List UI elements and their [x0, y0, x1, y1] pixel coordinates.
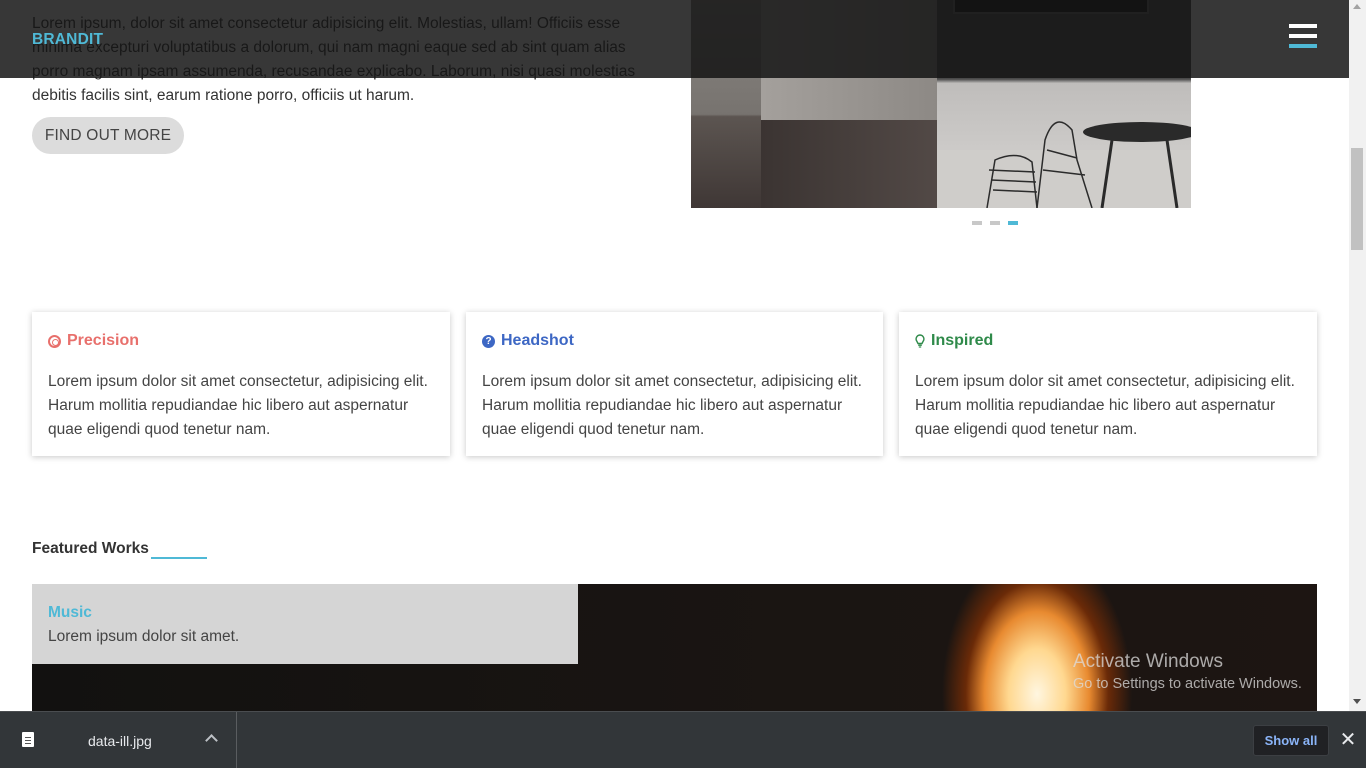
scrollbar-thumb[interactable] [1351, 148, 1363, 250]
card-title-text: Precision [67, 332, 140, 349]
carousel-indicators [972, 221, 1018, 225]
feature-card-inspired: Inspired Lorem ipsum dolor sit amet cons… [899, 312, 1317, 456]
work-caption: Music Lorem ipsum dolor sit amet. [32, 584, 578, 664]
heading-underline [151, 557, 207, 559]
card-text: Lorem ipsum dolor sit amet consectetur, … [915, 373, 1295, 438]
target-icon [48, 334, 61, 348]
feature-card-headshot: ? Headshot Lorem ipsum dolor sit amet co… [466, 312, 883, 456]
hamburger-menu-icon[interactable] [1289, 24, 1317, 48]
card-title: Precision [48, 332, 434, 350]
card-title: ? Headshot [482, 332, 867, 350]
carousel-dot[interactable] [972, 221, 982, 225]
card-text: Lorem ipsum dolor sit amet consectetur, … [48, 373, 428, 438]
vertical-scrollbar[interactable] [1349, 0, 1366, 711]
scroll-down-arrow-icon[interactable] [1353, 699, 1361, 704]
work-title[interactable]: Music [48, 604, 562, 622]
carousel-dot[interactable] [990, 221, 1000, 225]
hamburger-line [1289, 24, 1317, 28]
hamburger-line [1289, 34, 1317, 38]
card-title-text: Inspired [931, 332, 994, 349]
feature-card-precision: Precision Lorem ipsum dolor sit amet con… [32, 312, 450, 456]
hero-image-pillar-base [761, 120, 937, 208]
card-title: Inspired [915, 332, 1301, 350]
page: Lorem ipsum, dolor sit amet consectetur … [0, 0, 1349, 711]
watermark-title: Activate Windows [1073, 651, 1223, 672]
download-bar: data-ill.jpg Show all ✕ [0, 711, 1366, 768]
question-circle-icon: ? [482, 334, 495, 348]
windows-activation-watermark: Activate Windows Go to Settings to activ… [1073, 651, 1302, 692]
chevron-up-icon[interactable] [205, 734, 218, 747]
close-icon[interactable]: ✕ [1337, 726, 1359, 754]
download-item[interactable]: data-ill.jpg [0, 712, 237, 768]
download-file-name[interactable]: data-ill.jpg [88, 733, 152, 749]
watermark-subtitle: Go to Settings to activate Windows. [1073, 676, 1302, 692]
lightbulb-icon [915, 334, 925, 348]
find-out-more-button[interactable]: FIND OUT MORE [32, 117, 184, 154]
featured-works-heading: Featured Works [32, 540, 149, 557]
show-all-button[interactable]: Show all [1253, 725, 1329, 756]
card-text: Lorem ipsum dolor sit amet consectetur, … [482, 373, 862, 438]
carousel-dot-active[interactable] [1008, 221, 1018, 225]
hero-image-chairs [986, 121, 1191, 208]
file-icon [22, 732, 34, 747]
navbar: BRANDIT [0, 0, 1349, 78]
brand-logo[interactable]: BRANDIT [32, 31, 103, 49]
work-description: Lorem ipsum dolor sit amet. [48, 628, 240, 645]
hamburger-line [1289, 44, 1317, 48]
scroll-up-arrow-icon[interactable] [1353, 4, 1361, 9]
card-title-text: Headshot [501, 332, 574, 349]
